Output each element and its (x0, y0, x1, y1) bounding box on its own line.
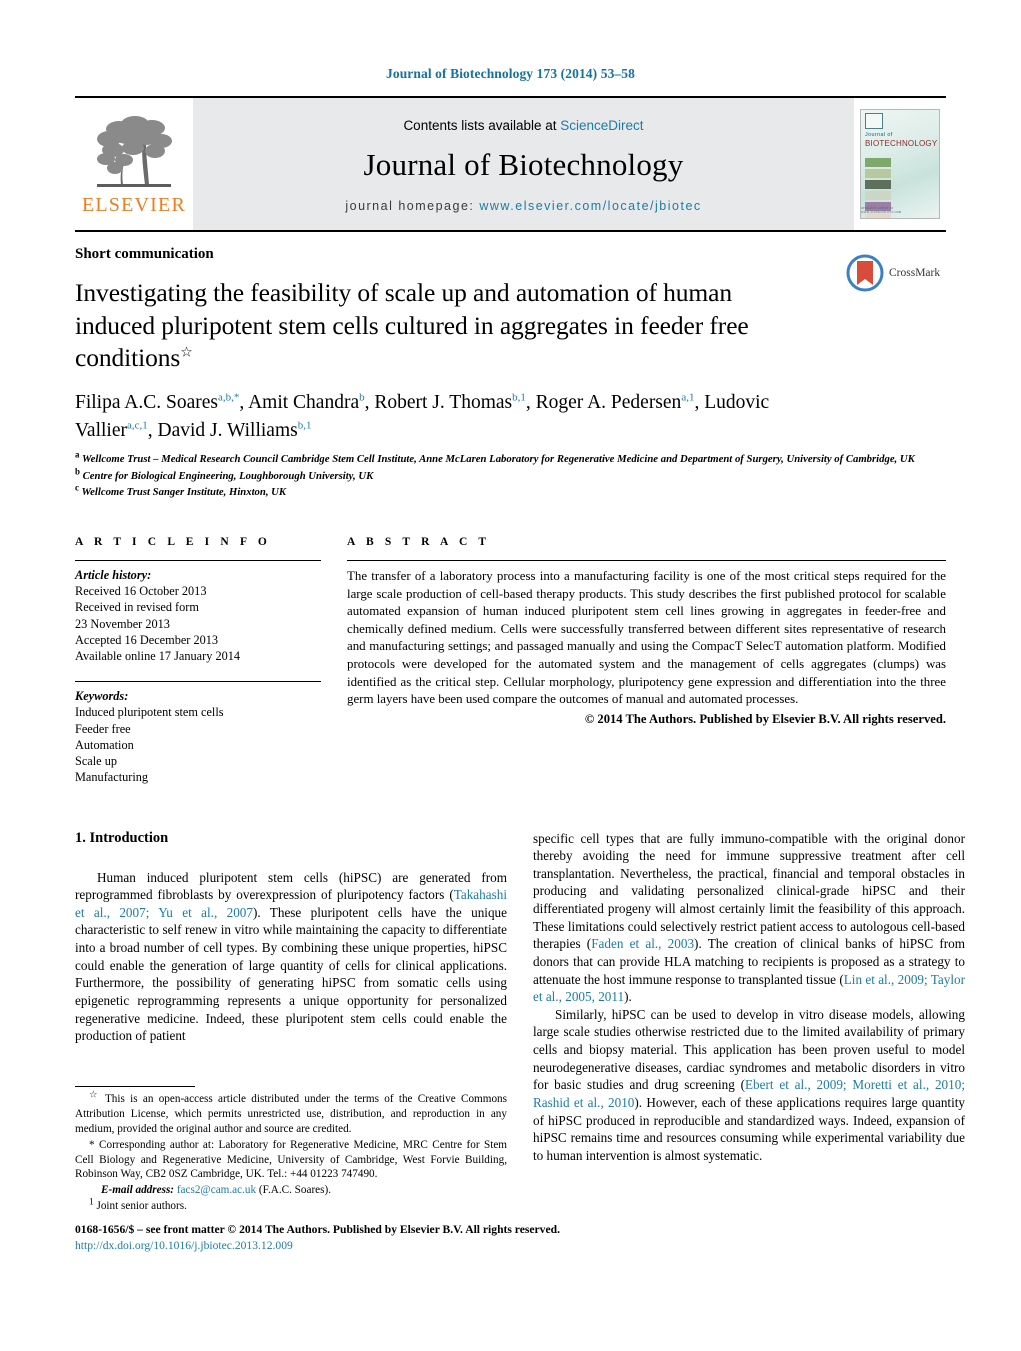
footnote-corresponding-author: * Corresponding author at: Laboratory fo… (75, 1138, 507, 1183)
right-text-a: specific cell types that are fully immun… (533, 830, 965, 952)
front-matter-line: 0168-1656/$ – see front matter © 2014 Th… (75, 1223, 560, 1236)
keywords-label: Keywords: (75, 689, 129, 704)
journal-cover-thumbnail: Journal of BIOTECHNOLOGY available onlin… (854, 98, 946, 230)
info-abstract-section: A R T I C L E I N F O Article history: R… (75, 536, 946, 786)
homepage-url-link[interactable]: www.elsevier.com/locate/jbiotec (479, 199, 701, 213)
journal-title: Journal of Biotechnology (363, 146, 684, 182)
journal-homepage-line: journal homepage: www.elsevier.com/locat… (345, 199, 701, 213)
article-history-block: Article history: Received 16 October 201… (75, 561, 321, 664)
journal-masthead: ELSEVIER Contents lists available at Sci… (75, 96, 946, 232)
intro-text-b: ). These pluripotent cells have the uniq… (75, 904, 507, 1044)
affiliation-marker: b (75, 466, 80, 477)
intro-text-a: Human induced pluripotent stem cells (hi… (75, 869, 507, 903)
footnote-marker-asterisk: * (89, 1138, 95, 1151)
cover-swatch (865, 180, 891, 189)
affiliation-b: b Centre for Biological Engineering, Lou… (75, 466, 946, 484)
crossmark-icon (846, 254, 884, 292)
abstract-text: The transfer of a laboratory process int… (347, 568, 946, 707)
footnotes-block: ☆ This is an open-access article distrib… (75, 1086, 507, 1215)
history-item: Available online 17 January 2014 (75, 648, 241, 663)
abstract-column: A B S T R A C T The transfer of a labora… (347, 536, 946, 786)
article-history-label: Article history: (75, 567, 152, 582)
footnote-joint-authors: 1 Joint senior authors. (75, 1197, 507, 1214)
elsevier-tree-icon (97, 116, 172, 187)
footnote-open-access: ☆ This is an open-access article distrib… (75, 1090, 507, 1137)
history-item: Received 16 October 2013 (75, 584, 207, 599)
keyword-item: Feeder free (75, 721, 131, 736)
email-label: E-mail address: (101, 1184, 175, 1197)
affiliation-list: a Wellcome Trust – Medical Research Coun… (75, 449, 946, 500)
cover-publisher-mark (865, 113, 883, 129)
cover-title-line1: Journal of (865, 132, 893, 138)
running-head: Journal of Biotechnology 173 (2014) 53–5… (386, 66, 635, 81)
masthead-center: Contents lists available at ScienceDirec… (193, 98, 854, 230)
article-info-heading: A R T I C L E I N F O (75, 535, 271, 548)
contents-prefix: Contents lists available at (403, 117, 561, 133)
elsevier-wordmark: ELSEVIER (81, 194, 187, 216)
title-footnote-marker: ☆ (180, 345, 193, 361)
affiliation-text: Wellcome Trust Sanger Institute, Hinxton… (81, 486, 287, 499)
citation-link[interactable]: Faden et al., 2003 (591, 936, 694, 951)
intro-paragraph-left: Human induced pluripotent stem cells (hi… (75, 869, 507, 1045)
keyword-item: Automation (75, 737, 134, 752)
article-header: CrossMark Short communication Investigat… (75, 232, 946, 500)
affiliation-text: Wellcome Trust – Medical Research Counci… (81, 453, 915, 466)
intro-paragraph-right-2: Similarly, hiPSC can be used to develop … (533, 1006, 965, 1165)
affiliation-c: c Wellcome Trust Sanger Institute, Hinxt… (75, 482, 946, 500)
front-matter-block: 0168-1656/$ – see front matter © 2014 Th… (75, 1222, 955, 1255)
right-text-c: ). (624, 989, 632, 1005)
history-item: 23 November 2013 (75, 616, 170, 631)
cover-title-line2: BIOTECHNOLOGY (865, 138, 938, 148)
footnote-divider (75, 1086, 195, 1087)
intro-paragraph-right-1: specific cell types that are fully immun… (533, 830, 965, 1006)
cover-swatch (865, 158, 891, 167)
email-suffix: (F.A.C. Soares). (256, 1184, 332, 1197)
cover-title: Journal of BIOTECHNOLOGY (865, 132, 937, 149)
abstract-heading: A B S T R A C T (347, 535, 491, 548)
keywords-block: Keywords: Induced pluripotent stem cells… (75, 682, 321, 785)
keyword-item: Scale up (75, 754, 118, 769)
crossmark-label: CrossMark (889, 267, 941, 279)
affiliation-a: a Wellcome Trust – Medical Research Coun… (75, 449, 946, 467)
footnote-marker-star: ☆ (89, 1090, 100, 1101)
affiliation-marker: a (75, 449, 80, 460)
page-title: Investigating the feasibility of scale u… (75, 277, 815, 375)
history-item: Accepted 16 December 2013 (75, 632, 219, 647)
cover-image: Journal of BIOTECHNOLOGY available onlin… (860, 109, 940, 219)
sciencedirect-link[interactable]: ScienceDirect (560, 118, 643, 133)
section-title-introduction: 1. Introduction (75, 829, 169, 846)
article-page: Journal of Biotechnology 173 (2014) 53–5… (0, 0, 1021, 1351)
affiliation-marker: c (75, 482, 79, 493)
footnote-email-line: E-mail address: facs2@cam.ac.uk (F.A.C. … (75, 1183, 507, 1198)
document-type-label: Short communication (75, 246, 214, 262)
author-list: Filipa A.C. Soaresa,b,*, Amit Chandrab, … (75, 391, 770, 441)
body-column-right: specific cell types that are fully immun… (533, 830, 965, 1165)
history-item: Received in revised form (75, 600, 199, 615)
email-link[interactable]: facs2@cam.ac.uk (177, 1184, 256, 1196)
elsevier-logo: ELSEVIER (75, 98, 193, 230)
title-text: Investigating the feasibility of scale u… (75, 278, 749, 373)
keyword-item: Induced pluripotent stem cells (75, 705, 224, 720)
article-info-column: A R T I C L E I N F O Article history: R… (75, 536, 321, 786)
homepage-label: journal homepage: (345, 198, 475, 213)
footnote-joint-text: Joint senior authors. (96, 1200, 187, 1213)
cover-swatch (865, 169, 891, 178)
footnote-marker-one: 1 (89, 1197, 94, 1208)
footnote-open-access-text: This is an open-access article distribut… (75, 1093, 507, 1135)
crossmark-badge[interactable]: CrossMark (846, 254, 946, 292)
affiliation-text: Centre for Biological Engineering, Lough… (82, 469, 374, 482)
cover-footer-text: available online at www.sciencedirect.co… (861, 206, 902, 214)
cover-swatch (865, 191, 891, 200)
doi-link[interactable]: http://dx.doi.org/10.1016/j.jbiotec.2013… (75, 1238, 955, 1254)
contents-line: Contents lists available at ScienceDirec… (403, 118, 643, 133)
keyword-item: Manufacturing (75, 770, 149, 785)
footnote-corresponding-text: Corresponding author at: Laboratory for … (75, 1138, 508, 1181)
abstract-copyright: © 2014 The Authors. Published by Elsevie… (584, 711, 946, 726)
